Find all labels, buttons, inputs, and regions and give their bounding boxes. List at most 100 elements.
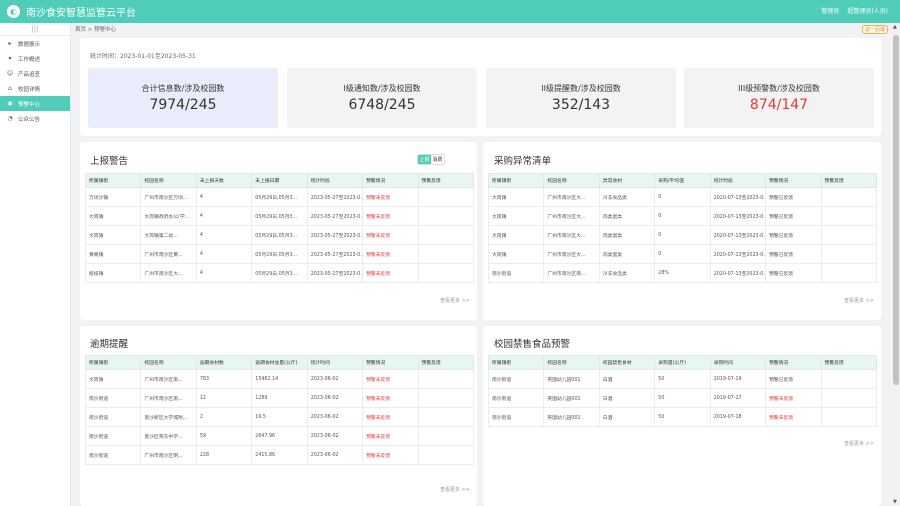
toggle-report[interactable]: 上报 xyxy=(418,155,431,164)
toggle-consume[interactable]: 消费 xyxy=(431,155,444,164)
column-header: 所属镇街 xyxy=(84,173,142,188)
column-header: 所属镇街 xyxy=(487,355,545,370)
table-cell xyxy=(417,369,475,389)
page-scrollbar[interactable]: ▲ ▼ xyxy=(892,23,900,506)
table-cell: 大岗镇 xyxy=(84,369,142,389)
table-row[interactable]: 南沙街道 南沙新区大学城附... 2 19.5 2023-06-02 预警未反馈 xyxy=(84,407,475,427)
table-cell: 广州市南沙区大... xyxy=(543,225,600,245)
table-cell: 05月29日,05月3... xyxy=(251,263,308,283)
table-cell: 4 xyxy=(195,187,253,207)
table-header-row: 所属镇街 校园名称 校园禁售食材 采购量(公斤) 采购时间 预警情况 预警反馈 xyxy=(487,355,878,370)
table-cell xyxy=(820,206,878,226)
table-cell: 南沙街道 xyxy=(84,445,142,465)
report-title: 上报警告 xyxy=(90,156,129,167)
table-row[interactable]: 南沙街道 广州市南沙区明... 228 2415.86 2023-06-02 预警未反馈 xyxy=(84,445,475,465)
table-row[interactable]: 大岗镇 大岗镇政府办公(学... 4 05月29日,05月3... 2023-05-27… xyxy=(84,206,475,226)
table-row[interactable]: 大岗镇 广州市南沙区大... 肉类蛋类 0 2020-07-13至2023-0... 预警… xyxy=(487,244,878,264)
bell-icon: ◔ xyxy=(7,115,13,122)
table-cell: 南沙街道 xyxy=(84,388,142,408)
table-cell: 南沙街道 xyxy=(487,388,545,408)
table-cell: 59 xyxy=(195,426,253,446)
table-cell: 南沙街道 xyxy=(487,263,545,283)
table-cell: 南沙街道 xyxy=(487,407,545,427)
table-cell: 0 xyxy=(654,187,711,207)
scroll-thumb[interactable] xyxy=(893,35,899,385)
table-row[interactable]: 大岗镇 广州市南沙区大... 肉类蛋类 0 2020-07-13至2023-0... 预警… xyxy=(487,206,878,226)
table-cell: 预警未反馈 xyxy=(362,225,419,245)
table-cell: 预警未反馈 xyxy=(362,263,419,283)
table-cell: 2415.86 xyxy=(251,445,308,465)
expiry-title: 逾期提醒 xyxy=(90,339,129,350)
table-row[interactable]: 南沙街道 南沙区英东中学... 59 2647.96 2023-06-02 预警未反馈 xyxy=(84,426,475,446)
table-cell xyxy=(417,445,475,465)
table-cell: 预警未反馈 xyxy=(362,206,419,226)
table-cell xyxy=(820,369,878,389)
purchase-more-link[interactable]: 查看更多 >> xyxy=(844,297,874,304)
table-row[interactable]: 南沙街道 广州市南沙区南... 冷冻食品类 28% 2020-07-13至2023-0.… xyxy=(487,263,878,283)
table-cell: 大岗镇政府办公(学... xyxy=(140,206,197,226)
table-row[interactable]: 南沙街道 广州市南沙区南... 12 1289 2023-06-02 预警未反馈 xyxy=(84,388,475,408)
report-more-link[interactable]: 查看更多 >> xyxy=(440,297,470,304)
column-header: 逾期食材总量(公斤) xyxy=(251,355,308,370)
column-header: 统计时段 xyxy=(306,173,364,188)
table-cell: 预警未反馈 xyxy=(362,388,419,408)
table-cell: 4 xyxy=(195,206,253,226)
column-header: 校园名称 xyxy=(140,173,197,188)
collapse-icon[interactable]: ||| xyxy=(0,23,70,36)
table-cell: 大岗镇 xyxy=(84,225,142,245)
table-cell: 0 xyxy=(654,225,711,245)
table-row[interactable]: 大岗镇 广州市南沙区大... 肉类蛋类 0 2020-07-13至2023-0... 预警… xyxy=(487,225,878,245)
user-name[interactable]: 管理员 xyxy=(821,6,839,15)
stat-card-level2: II级提醒数/涉及校园数 352/143 xyxy=(486,68,676,128)
table-cell xyxy=(417,206,475,226)
table-cell: 05月29日,05月3... xyxy=(251,187,308,207)
scroll-down-icon[interactable]: ▼ xyxy=(893,499,897,505)
table-row[interactable]: 大岗镇 广州市南沙区南... 783 15462.14 2023-06-02 预警未反馈 xyxy=(84,369,475,389)
table-row[interactable]: 南沙街道 英国幼儿园001 白酒 50 2019-07-18 预警未反馈 xyxy=(487,407,878,427)
column-header: 采购/平均值 xyxy=(654,173,711,188)
table-cell: 50 xyxy=(654,388,711,408)
table-cell: 预警未反馈 xyxy=(362,187,419,207)
sidebar-item-alert-center[interactable]: ◉ 预警中心 xyxy=(0,96,70,111)
expiry-more-link[interactable]: 查看更多 >> xyxy=(440,486,470,493)
column-header: 未上报天数 xyxy=(195,173,253,188)
purchase-title: 采购异常清单 xyxy=(494,156,552,167)
account-menu[interactable]: 超管理员(人员) xyxy=(847,6,888,15)
table-row[interactable]: 万顷沙镇 广州市南沙区万顷... 4 05月29日,05月3... 2023-05-27… xyxy=(84,187,475,207)
table-header-row: 所属镇街 校园名称 异常食材 采购/平均值 统计时段 预警情况 预警反馈 xyxy=(487,173,878,188)
table-cell: 肉类蛋类 xyxy=(598,244,656,264)
return-button[interactable]: 返一后端 xyxy=(862,25,888,34)
chevron-down-icon: ▾ xyxy=(8,55,12,62)
table-cell: 广州市南沙区大... xyxy=(543,187,600,207)
table-row[interactable]: 大岗镇 广州市南沙区大... 冷冻食品类 0 2020-07-13至2023-0... 预… xyxy=(487,187,878,207)
table-row[interactable]: 大岗镇 大岗镇第二幼... 4 05月29日,05月3... 2023-05-27至20… xyxy=(84,225,475,245)
scroll-up-icon[interactable]: ▲ xyxy=(893,24,897,30)
table-row[interactable]: 黄阁镇 广州市南沙区黄... 4 05月29日,05月3... 2023-05-27至2… xyxy=(84,244,475,264)
table-cell: 大岗镇 xyxy=(487,206,545,226)
table-cell: 广州市南沙区黄... xyxy=(140,244,197,264)
table-cell: 预警未反馈 xyxy=(362,426,419,446)
table-cell: 2023-06-02 xyxy=(306,445,364,465)
sidebar-item-public-notice[interactable]: ◔ 公众公告 xyxy=(0,111,70,126)
table-cell: 0 xyxy=(654,206,711,226)
sidebar-item-work-overview[interactable]: ▾ 工作概述 xyxy=(0,51,70,66)
table-cell: 肉类蛋类 xyxy=(598,206,656,226)
column-header: 校园名称 xyxy=(543,173,600,188)
sidebar-item-product-trace[interactable]: ☺ 产品追查 xyxy=(0,66,70,81)
table-cell: 冷冻食品类 xyxy=(598,263,656,283)
table-row[interactable]: 榄核镇 广州市南沙区大... 4 05月29日,05月3... 2023-05-27至2… xyxy=(84,263,475,283)
table-row[interactable]: 南沙街道 英国幼儿园001 白酒 50 2019-07-17 预警未反馈 xyxy=(487,388,878,408)
column-header: 逾期食材数 xyxy=(195,355,253,370)
table-cell xyxy=(820,187,878,207)
breadcrumb[interactable]: 首页 > 预警中心 xyxy=(75,25,116,33)
sidebar-item-data-display[interactable]: ▸ 数据展示 xyxy=(0,36,70,51)
table-cell xyxy=(820,263,878,283)
stat-card-level3: III级预警数/涉及校园数 874/147 xyxy=(684,68,874,128)
banned-more-link[interactable]: 查看更多 >> xyxy=(844,440,874,447)
table-cell: 南沙街道 xyxy=(84,407,142,427)
sidebar-item-campus-detail[interactable]: ⌂ 校园详情 xyxy=(0,81,70,96)
building-icon: ⌂ xyxy=(8,85,12,92)
table-row[interactable]: 南沙街道 英国幼儿园001 白酒 50 2019-07-19 预警已反馈 xyxy=(487,369,878,389)
table-cell: 4 xyxy=(195,225,253,245)
table-cell: 大岗镇 xyxy=(84,206,142,226)
